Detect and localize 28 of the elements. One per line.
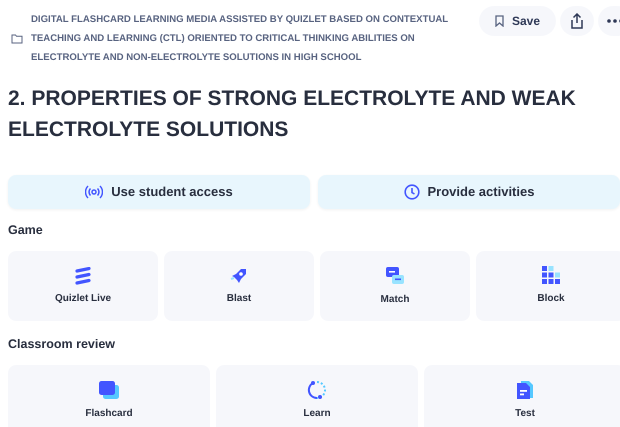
bookmark-icon <box>495 15 504 27</box>
cycle-icon <box>307 380 327 400</box>
share-icon <box>570 13 584 29</box>
flashcard-icon <box>98 380 120 400</box>
folder-icon <box>11 34 23 44</box>
study-mode-tile[interactable]: Quizlet Live <box>8 251 158 321</box>
clock-icon <box>404 184 420 200</box>
share-button[interactable] <box>560 6 594 36</box>
folder-title[interactable]: DIGITAL FLASHCARD LEARNING MEDIA ASSISTED BY QUIZLET BASED ON CONTEXTUAL TEACHING AND LEARNING (CTL) ORIENTED TO CRITICAL THINKING ABILITIES ON ELECTROLYTE AND NON-ELECTROLYTE SOLUTIONS IN HIGH SCHOOL <box>31 10 479 67</box>
section-heading: Classroom review <box>8 337 116 352</box>
study-mode-tile[interactable]: Learn <box>216 365 418 427</box>
stacked-bars-icon <box>74 266 92 284</box>
action-button[interactable]: Provide activities <box>318 175 620 209</box>
more-icon <box>607 19 620 23</box>
broadcast-icon <box>85 185 104 199</box>
section-heading: Game <box>8 223 44 238</box>
study-mode-tile[interactable]: Flashcard <box>8 365 210 427</box>
study-mode-tile[interactable]: Match <box>320 251 470 321</box>
page-title: 2. PROPERTIES OF STRONG ELECTROLYTE AND WEAK ELECTROLYTE SOLUTIONS <box>8 86 577 143</box>
cards-icon <box>385 266 405 286</box>
document-icon <box>516 380 534 400</box>
study-mode-tile[interactable]: Blast <box>164 251 314 321</box>
save-button[interactable]: Save <box>479 6 556 36</box>
action-button[interactable]: Use student access <box>8 175 310 209</box>
rocket-icon <box>230 266 248 284</box>
study-mode-tile[interactable]: Test <box>424 365 620 427</box>
study-mode-tile[interactable]: Block <box>476 251 620 321</box>
grid-icon <box>542 266 560 285</box>
